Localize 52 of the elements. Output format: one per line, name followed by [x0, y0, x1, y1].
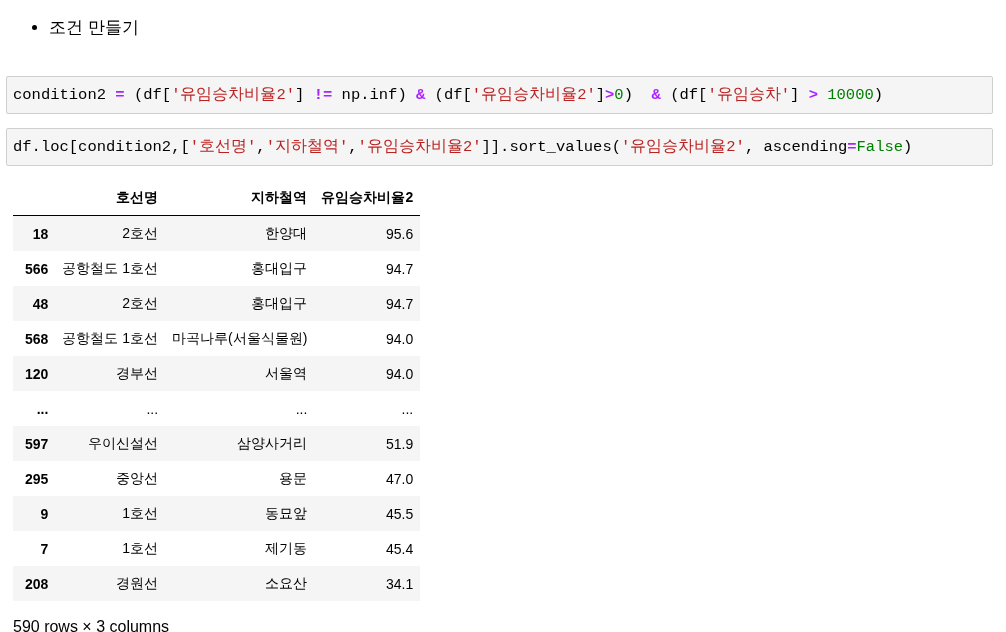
table-cell: 45.5 [314, 496, 421, 531]
table-cell: 94.7 [314, 286, 421, 321]
table-cell: 51.9 [314, 426, 421, 461]
row-index: 9 [13, 496, 56, 531]
table-cell: 94.0 [314, 356, 421, 391]
table-cell: 우이신설선 [55, 426, 166, 461]
table-cell: 용문 [165, 461, 315, 496]
table-summary: 590 rows × 3 columns [13, 618, 171, 632]
row-index: 18 [13, 215, 56, 251]
table-cell: 중앙선 [55, 461, 166, 496]
row-index: 7 [13, 531, 56, 566]
row-index: 120 [13, 356, 56, 391]
column-header: 지하철역 [165, 180, 315, 216]
table-cell: 2호선 [55, 215, 166, 251]
table-cell: 홍대입구 [165, 251, 315, 286]
table-cell: 45.4 [314, 531, 421, 566]
table-cell: 94.0 [314, 321, 421, 356]
table-cell: ... [314, 391, 421, 426]
row-index: 48 [13, 286, 56, 321]
table-cell: 동묘앞 [165, 496, 315, 531]
table-cell: 삼양사거리 [165, 426, 315, 461]
table-cell: 공항철도 1호선 [55, 321, 166, 356]
table-cell: 서울역 [165, 356, 315, 391]
code-cell[interactable]: condition2 = (df['유임승차비율2'] != np.inf) & (df['유임승차비율2']>0) & (df['유임승차'] > 10000) [6, 76, 993, 114]
table-cell: 제기동 [165, 531, 315, 566]
row-index: ... [13, 391, 56, 426]
table-cell: 공항철도 1호선 [55, 251, 166, 286]
row-index: 295 [13, 461, 56, 496]
bullet-icon [32, 24, 37, 30]
table-cell: 47.0 [314, 461, 421, 496]
table-cell: 1호선 [55, 496, 166, 531]
table-cell: 홍대입구 [165, 286, 315, 321]
row-index: 566 [13, 251, 56, 286]
table-cell: 경원선 [55, 566, 166, 601]
row-index: 597 [13, 426, 56, 461]
code-cell[interactable]: df.loc[condition2,['호선명','지하철역','유임승차비율2']].sort_values('유임승차비율2', ascending=False) [6, 128, 993, 166]
column-header: 호선명 [55, 180, 166, 216]
table-cell: 94.7 [314, 251, 421, 286]
column-header: 유임승차비율2 [314, 180, 421, 216]
table-cell: 경부선 [55, 356, 166, 391]
table-cell: ... [165, 391, 315, 426]
row-index: 208 [13, 566, 56, 601]
row-index: 568 [13, 321, 56, 356]
table-cell: 소요산 [165, 566, 315, 601]
table-cell: ... [55, 391, 166, 426]
table-cell: 2호선 [55, 286, 166, 321]
table-cell: 한양대 [165, 215, 315, 251]
table-cell: 95.6 [314, 215, 421, 251]
bullet-text: 조건 만들기 [49, 16, 139, 39]
table-cell: 1호선 [55, 531, 166, 566]
table-cell: 마곡나루(서울식물원) [165, 321, 315, 356]
table-cell: 34.1 [314, 566, 421, 601]
